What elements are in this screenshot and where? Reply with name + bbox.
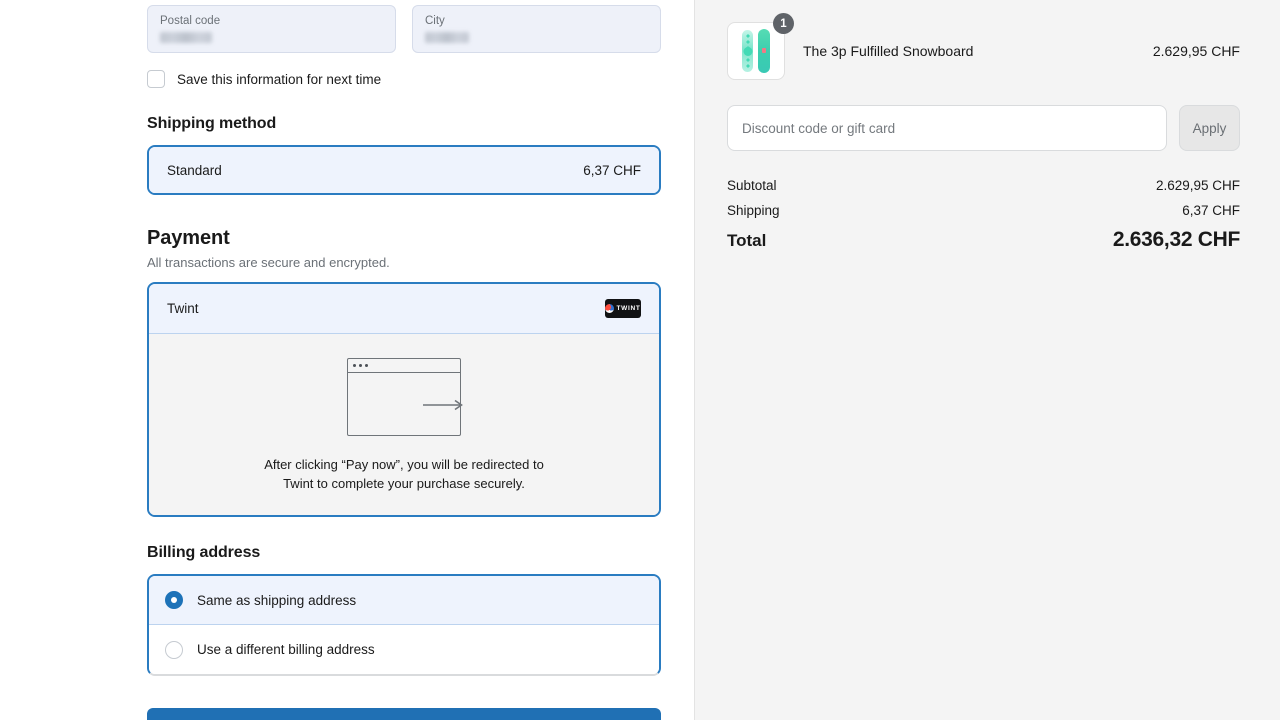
billing-option-different-address[interactable]: Use a different billing address [149,625,659,674]
arrow-right-icon [423,399,463,411]
subtotal-line: Subtotal 2.629,95 CHF [727,178,1240,193]
billing-option-label: Same as shipping address [197,592,357,608]
radio-unselected-icon[interactable] [165,640,183,659]
apply-discount-button[interactable]: Apply [1179,105,1240,151]
payment-method-name: Twint [167,301,199,316]
save-info-row[interactable]: Save this information for next time [147,70,661,88]
payment-method-twint[interactable]: Twint TWINT [149,284,659,334]
discount-row: Apply [727,105,1240,151]
postal-code-label: Postal code [160,15,221,27]
browser-dot-icon [359,363,362,367]
discount-code-input[interactable] [727,105,1167,151]
shipping-value: 6,37 CHF [1182,203,1240,218]
browser-dot-icon [353,363,356,367]
order-summary-pane: 1 The 3p Fulfilled Snowboard 2.629,95 CH… [695,0,1280,720]
redirect-note: After clicking “Pay now”, you will be re… [149,455,659,493]
payment-redirect-panel: After clicking “Pay now”, you will be re… [149,334,659,515]
save-info-label: Save this information for next time [177,71,382,87]
shipping-option-standard[interactable]: Standard 6,37 CHF [149,147,659,193]
postal-code-value-redacted [160,32,212,43]
order-totals: Subtotal 2.629,95 CHF Shipping 6,37 CHF … [727,178,1240,252]
subtotal-value: 2.629,95 CHF [1155,178,1240,193]
postal-code-field[interactable]: Postal code [147,5,396,53]
form-column: Postal code City Save this information f… [147,0,661,720]
pay-now-button[interactable]: Pay now [147,708,661,720]
checkout-page: Postal code City Save this information f… [0,0,1280,720]
radio-selected-icon[interactable] [165,591,183,609]
city-label: City [425,15,445,27]
browser-redirect-icon [347,358,463,436]
quantity-badge: 1 [773,13,794,34]
snowboard-teal-icon [758,29,770,73]
billing-option-label: Use a different billing address [197,642,375,657]
order-line-item: 1 The 3p Fulfilled Snowboard 2.629,95 CH… [727,13,1240,80]
product-name: The 3p Fulfilled Snowboard [803,43,974,59]
checkout-form-pane: Postal code City Save this information f… [0,0,695,720]
browser-dot-icon [365,363,368,367]
twint-mark-icon [605,304,615,313]
city-value-redacted [425,32,469,43]
city-field[interactable]: City [412,5,661,53]
total-line: Total 2.636,32 CHF [727,228,1240,252]
browser-titlebar-icon [347,358,461,373]
shipping-label: Shipping [727,203,780,218]
shipping-method-title: Shipping method [147,115,277,132]
twint-badge-text: TWINT [616,305,641,312]
subtotal-label: Subtotal [727,178,777,193]
address-fields-row: Postal code City [147,0,661,53]
payment-subtitle: All transactions are secure and encrypte… [147,255,390,270]
product-price: 2.629,95 CHF [1152,43,1240,59]
redirect-note-line2: Twint to complete your purchase securely… [283,476,525,491]
billing-options-group: Same as shipping address Use a different… [147,574,661,676]
snowboard-light-icon [742,30,753,72]
shipping-option-name: Standard [167,162,222,178]
shipping-options-group: Standard 6,37 CHF [147,145,661,195]
shipping-option-price: 6,37 CHF [583,162,641,178]
payment-methods-group: Twint TWINT After clicking “Pay now”, yo… [147,282,661,517]
payment-title: Payment [147,227,230,249]
twint-logo-icon: TWINT [605,299,641,318]
total-label: Total [727,231,767,250]
redirect-note-line1: After clicking “Pay now”, you will be re… [264,457,544,472]
billing-address-title: Billing address [147,544,261,561]
product-thumbnail-wrap: 1 [727,13,794,80]
save-info-checkbox[interactable] [147,70,165,88]
total-value: 2.636,32 CHF [1112,228,1240,251]
billing-option-same-as-shipping[interactable]: Same as shipping address [149,576,659,625]
shipping-line: Shipping 6,37 CHF [727,203,1240,218]
